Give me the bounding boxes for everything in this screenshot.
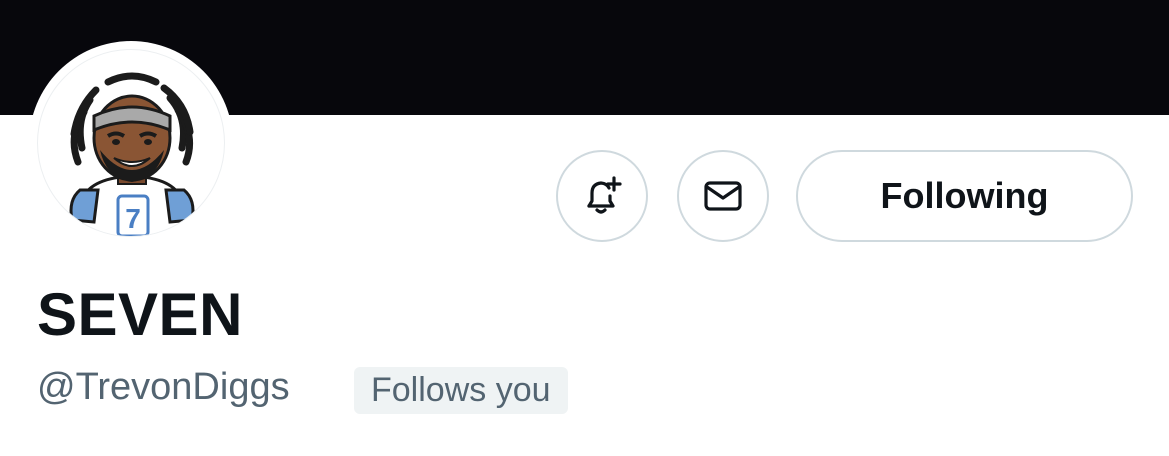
bell-plus-icon: [587, 176, 622, 214]
following-button[interactable]: Following: [796, 150, 1133, 242]
avatar-image: 7: [37, 49, 225, 237]
envelope-icon: [704, 181, 742, 211]
follows-you-badge: Follows you: [354, 367, 568, 414]
display-name: SEVEN: [37, 281, 243, 348]
notify-button[interactable]: [556, 150, 648, 242]
jersey-number: 7: [125, 203, 141, 234]
profile-avatar[interactable]: 7: [29, 41, 233, 245]
message-button[interactable]: [677, 150, 769, 242]
user-handle: @TrevonDiggs: [37, 366, 290, 408]
